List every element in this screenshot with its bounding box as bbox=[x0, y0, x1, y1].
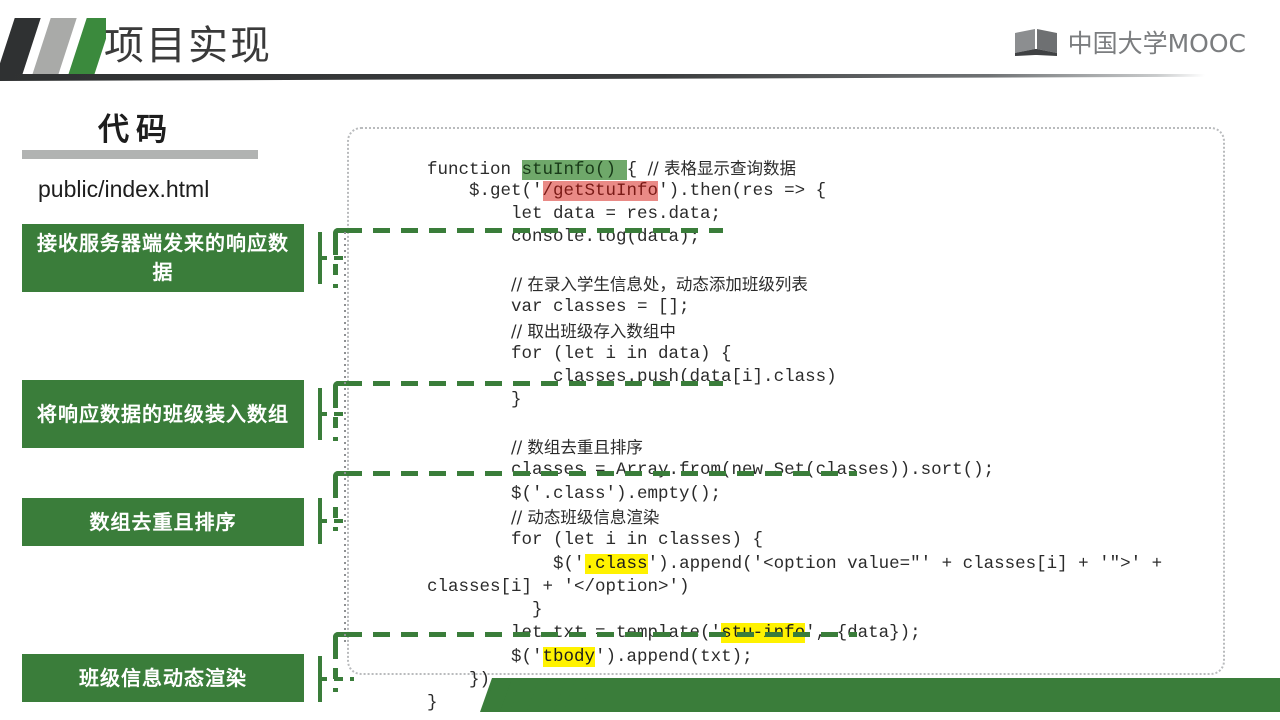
annotation-tag-receive-response-data: 接收服务器端发来的响应数据 bbox=[22, 224, 304, 292]
code-line: // 动态班级信息渲染 bbox=[385, 506, 1265, 529]
code-text: $.get(' bbox=[385, 180, 543, 201]
vertical-spine-line bbox=[344, 232, 346, 644]
slide-header: 项目实现 中国大学MOOC bbox=[0, 0, 1280, 86]
code-line: } bbox=[385, 599, 1265, 622]
brand-name: 中国大学MOOC bbox=[1067, 29, 1246, 58]
code-highlight: .class bbox=[584, 553, 648, 574]
brand-logo: 中国大学MOOC bbox=[1013, 24, 1246, 60]
code-text: ').then(res => { bbox=[658, 180, 827, 201]
code-line: $('tbody').append(txt); bbox=[385, 646, 1265, 669]
code-line: $.get('/getStuInfo').then(res => { bbox=[385, 180, 1265, 203]
code-line: // 取出班级存入数组中 bbox=[385, 320, 1265, 343]
code-line: for (let i in classes) { bbox=[385, 529, 1265, 552]
header-stripes-decoration bbox=[0, 18, 106, 74]
code-line: let data = res.data; bbox=[385, 203, 1265, 226]
annotation-tag-dedupe-and-sort: 数组去重且排序 bbox=[22, 498, 304, 546]
code-highlight: stuInfo() bbox=[521, 159, 627, 180]
code-highlight: /getStuInfo bbox=[542, 180, 659, 201]
code-text: // 动态班级信息渲染 bbox=[511, 507, 660, 527]
header-divider bbox=[0, 74, 1205, 81]
code-text: // 表格显示查询数据 bbox=[647, 158, 796, 178]
code-text: $(' bbox=[385, 646, 543, 667]
code-text: ').append('<option value="' + classes[i]… bbox=[647, 553, 1163, 574]
code-line: for (let i in data) { bbox=[385, 343, 1265, 366]
code-text: $(' bbox=[385, 553, 585, 574]
code-text: function bbox=[385, 159, 522, 180]
code-text: for (let i in classes) { bbox=[385, 530, 764, 551]
code-text: classes[i] + '</option>') bbox=[385, 576, 690, 597]
code-line: var classes = []; bbox=[385, 296, 1265, 319]
page-title: 项目实现 bbox=[104, 23, 272, 69]
code-line: // 数组去重且排序 bbox=[385, 436, 1265, 459]
code-text: // 数组去重且排序 bbox=[511, 438, 643, 458]
code-line: function stuInfo() { // 表格显示查询数据 bbox=[385, 157, 1265, 180]
subtitle-underline bbox=[22, 150, 258, 159]
code-text: { bbox=[626, 159, 648, 180]
code-text: } bbox=[385, 390, 522, 411]
code-line: $('.class').empty(); bbox=[385, 483, 1265, 506]
footer-decoration bbox=[0, 674, 1280, 720]
code-text: ').append(txt); bbox=[595, 646, 753, 667]
section-subtitle: 代码 bbox=[98, 112, 174, 148]
code-text: $('.class').empty(); bbox=[385, 483, 722, 504]
code-line: // 在录入学生信息处，动态添加班级列表 bbox=[385, 273, 1265, 296]
code-text: } bbox=[385, 600, 543, 621]
code-text: // 在录入学生信息处，动态添加班级列表 bbox=[511, 274, 808, 294]
code-text: for (let i in data) { bbox=[385, 343, 732, 364]
code-highlight: tbody bbox=[542, 646, 596, 667]
code-line: classes[i] + '</option>') bbox=[385, 576, 1265, 599]
annotation-tag-load-classes-into-array: 将响应数据的班级装入数组 bbox=[22, 380, 304, 448]
file-path-label: public/index.html bbox=[38, 176, 210, 202]
code-text: var classes = []; bbox=[385, 297, 690, 318]
book-logo-icon bbox=[1013, 27, 1059, 57]
footer-green-bar bbox=[480, 678, 1280, 712]
code-line: $('.class').append('<option value="' + c… bbox=[385, 553, 1265, 576]
code-text: let data = res.data; bbox=[385, 204, 722, 225]
code-line: } bbox=[385, 389, 1265, 412]
code-text: // 取出班级存入数组中 bbox=[511, 321, 676, 341]
